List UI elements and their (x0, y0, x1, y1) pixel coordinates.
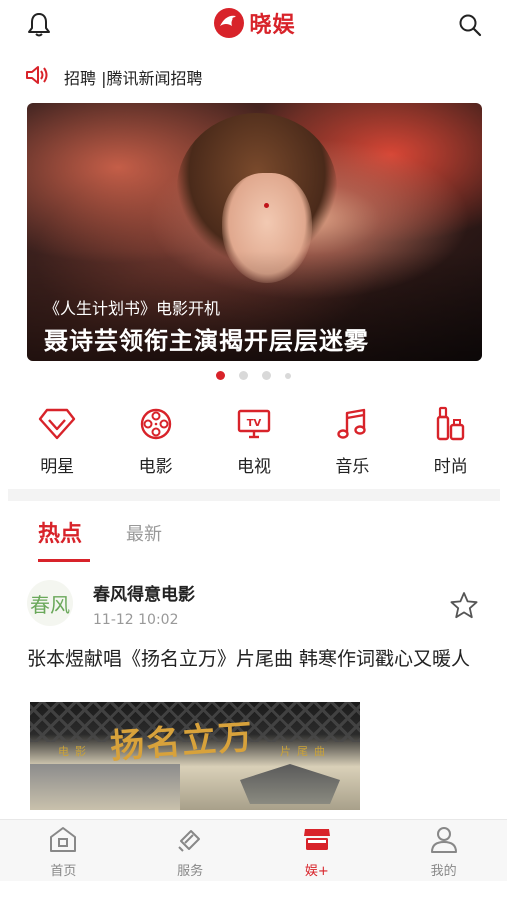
tab-latest[interactable]: 最新 (126, 520, 162, 562)
category-music[interactable]: 音乐 (312, 404, 392, 477)
avatar-text: 春风 (30, 592, 70, 617)
category-movie[interactable]: 电影 (116, 404, 196, 477)
post-time: 11-12 10:02 (93, 612, 179, 628)
image-scene (30, 764, 180, 810)
image-caption-right: 片尾曲 (280, 745, 331, 758)
category-fashion[interactable]: 时尚 (411, 404, 491, 477)
tab-hot[interactable]: 热点 (38, 516, 90, 562)
carousel-dot[interactable] (239, 371, 248, 380)
perfume-icon (431, 404, 471, 444)
notice-text: 招聘 |腾讯新闻招聘 (64, 69, 203, 88)
post-author[interactable]: 春风得意电影 (93, 580, 195, 605)
bottom-tab-bar: 首页 服务 娱+ 我的 (0, 819, 507, 881)
section-divider (8, 489, 500, 501)
tab-label: 我的 (430, 864, 457, 879)
category-nav: 明星 电影 TV 电视 音乐 时尚 (8, 404, 500, 477)
bell-icon[interactable] (22, 8, 56, 42)
app-logo: 晓娱 (211, 6, 295, 40)
carousel-dot[interactable] (216, 371, 225, 380)
category-star[interactable]: 明星 (17, 404, 97, 477)
post-title[interactable]: 张本煜献唱《扬名立万》片尾曲 韩寒作词戳心又暖人 (27, 646, 482, 672)
banner-subtitle: 《人生计划书》电影开机 (44, 299, 221, 318)
svg-text:TV: TV (247, 418, 262, 429)
tab-label: 服务 (177, 864, 204, 879)
music-note-icon (332, 404, 372, 444)
user-icon (429, 824, 459, 854)
tab-me[interactable]: 我的 (380, 820, 507, 881)
speaker-icon (24, 64, 50, 90)
image-calligraphy: 扬名立万 (109, 717, 256, 767)
search-icon[interactable] (453, 8, 487, 42)
home-icon (48, 824, 78, 854)
category-label: 时尚 (433, 457, 468, 477)
banner-photo-detail (264, 203, 269, 208)
star-icon[interactable] (448, 590, 480, 622)
logo-mark-icon (213, 8, 244, 38)
category-tv[interactable]: TV 电视 (214, 404, 294, 477)
banner-title: 聂诗芸领衔主演揭开层层迷雾 (44, 327, 369, 355)
notice-bar[interactable]: 招聘 |腾讯新闻招聘 (24, 62, 202, 92)
category-label: 明星 (40, 457, 75, 477)
category-label: 电视 (236, 457, 271, 477)
avatar[interactable]: 春风 (27, 580, 73, 626)
category-label: 电影 (138, 457, 173, 477)
tab-hot-label: 热点 (38, 522, 83, 547)
active-tab-indicator (38, 559, 90, 562)
tab-label: 娱+ (304, 864, 329, 879)
tab-ent-plus[interactable]: 娱+ (254, 820, 381, 881)
image-caption-left: 电影 (58, 745, 92, 758)
store-icon (302, 824, 332, 854)
logo-text: 晓娱 (249, 13, 296, 38)
feed-tabs: 热点 最新 (38, 516, 162, 562)
tab-service[interactable]: 服务 (127, 820, 254, 881)
tv-icon: TV (234, 404, 274, 444)
carousel-indicator (0, 371, 507, 380)
bottom-safe-area (0, 881, 507, 900)
diamond-icon (37, 404, 77, 444)
tab-latest-label: 最新 (126, 524, 163, 545)
service-icon (175, 824, 205, 854)
carousel-dot[interactable] (285, 372, 291, 379)
banner-carousel[interactable]: 《人生计划书》电影开机 聂诗芸领衔主演揭开层层迷雾 (27, 103, 482, 361)
post-image[interactable]: 电影 扬名立万 片尾曲 (30, 702, 360, 810)
film-reel-icon (136, 404, 176, 444)
image-roof (240, 764, 340, 804)
tab-label: 首页 (50, 864, 77, 879)
top-header: 晓娱 (0, 0, 507, 50)
tab-home[interactable]: 首页 (0, 820, 127, 881)
carousel-dot[interactable] (262, 371, 271, 380)
category-label: 音乐 (335, 457, 370, 477)
post-header: 春风 春风得意电影 11-12 10:02 (27, 574, 482, 634)
